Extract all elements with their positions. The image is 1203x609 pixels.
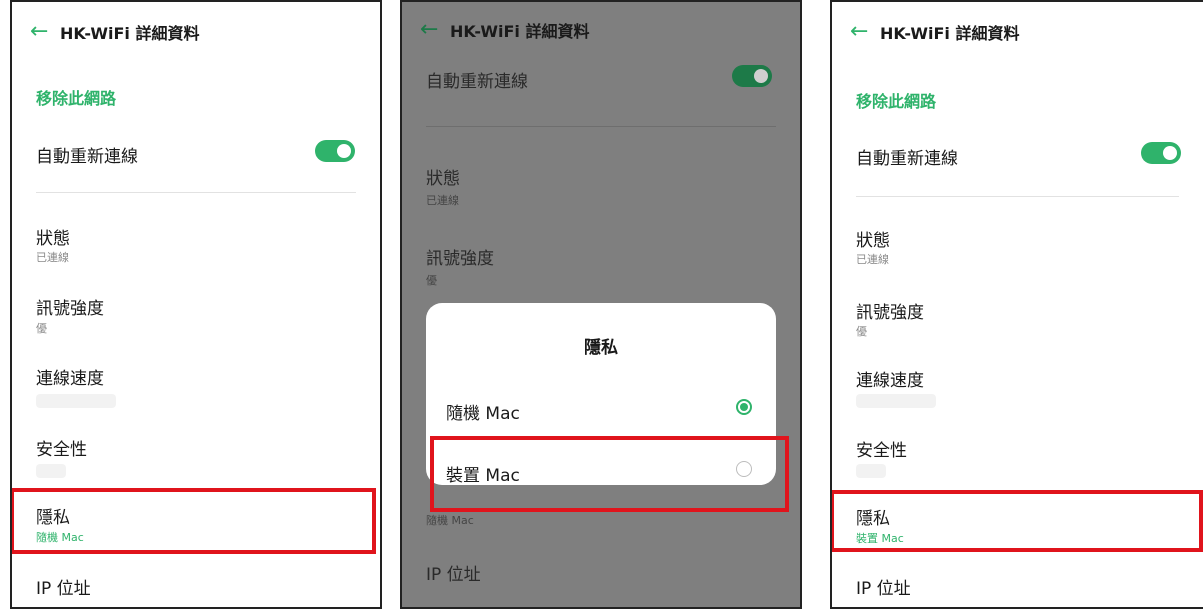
security-label: 安全性 [856,441,907,461]
app-header: ← HK-WiFi 詳細資料 [832,2,1203,62]
app-header: ← HK-WiFi 詳細資料 [12,2,380,62]
ip-address-label: IP 位址 [426,565,481,585]
signal-label: 訊號強度 [856,303,924,323]
divider [426,126,776,127]
auto-reconnect-label: 自動重新連線 [426,72,528,92]
status-label: 狀態 [36,229,70,249]
status-value: 已連線 [426,194,459,207]
toggle-knob [754,69,768,83]
toggle-knob [1163,146,1177,160]
speed-value-redacted [36,394,116,408]
screenshot-panel-dialog: ← HK-WiFi 詳細資料 自動重新連線 狀態 已連線 訊號強度 優 隨機 M… [400,0,802,609]
back-arrow-icon[interactable]: ← [850,21,880,43]
page-title: HK-WiFi 詳細資料 [60,24,200,43]
security-value-redacted [36,464,66,478]
option-random-mac[interactable]: 隨機 Mac [446,399,520,424]
security-value-redacted [856,464,886,478]
screenshot-panel-before: ← HK-WiFi 詳細資料 移除此網路 自動重新連線 狀態 已連線 訊號強度 … [10,0,382,609]
back-arrow-icon[interactable]: ← [420,19,450,41]
dialog-title: 隱私 [584,338,618,358]
speed-value-redacted [856,394,936,408]
back-arrow-icon[interactable]: ← [30,21,60,43]
page-title: HK-WiFi 詳細資料 [450,22,590,41]
device-mac-highlight-box [430,436,789,512]
status-value: 已連線 [36,251,69,264]
status-label: 狀態 [426,169,460,189]
speed-label: 連線速度 [856,371,924,391]
remove-network-button[interactable]: 移除此網路 [856,88,936,112]
privacy-value: 隨機 Mac [426,514,474,527]
radio-selected-icon[interactable] [736,399,752,415]
privacy-highlight-box [12,488,376,554]
ip-address-label: IP 位址 [856,579,911,599]
privacy-highlight-box [832,490,1203,552]
toggle-knob [337,144,351,158]
auto-reconnect-toggle[interactable] [315,140,355,162]
signal-label: 訊號強度 [426,249,494,269]
divider [856,196,1179,197]
status-value: 已連線 [856,253,889,266]
security-label: 安全性 [36,440,87,460]
remove-network-button[interactable]: 移除此網路 [36,85,116,109]
divider [36,192,356,193]
signal-value: 優 [856,325,867,338]
status-label: 狀態 [856,231,890,251]
auto-reconnect-toggle[interactable] [1141,142,1181,164]
signal-value: 優 [36,322,47,335]
auto-reconnect-label: 自動重新連線 [36,147,138,167]
ip-address-label: IP 位址 [36,579,91,599]
signal-label: 訊號強度 [36,299,104,319]
auto-reconnect-label: 自動重新連線 [856,149,958,169]
auto-reconnect-toggle[interactable] [732,65,772,87]
screenshot-panel-after: ← HK-WiFi 詳細資料 移除此網路 自動重新連線 狀態 已連線 訊號強度 … [830,0,1203,609]
page-title: HK-WiFi 詳細資料 [880,24,1020,43]
speed-label: 連線速度 [36,369,104,389]
signal-value: 優 [426,274,437,287]
app-header: ← HK-WiFi 詳細資料 [402,2,800,58]
